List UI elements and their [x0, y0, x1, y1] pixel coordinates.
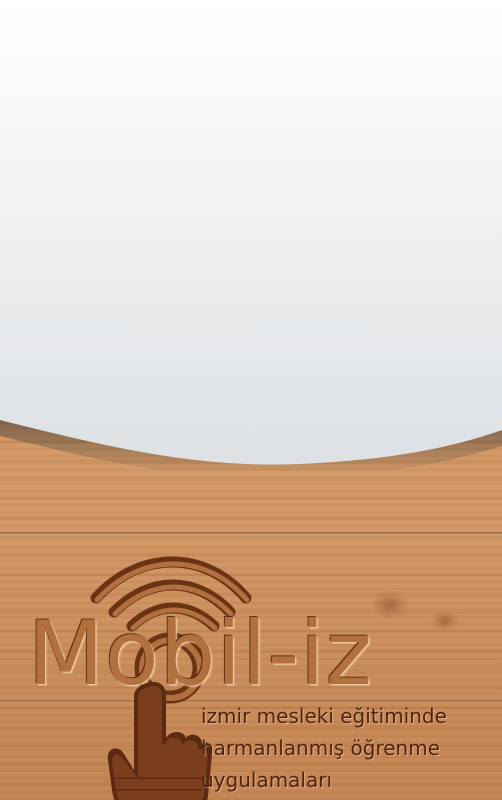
- tagline-line-2: harmanlanmış öğrenme: [201, 736, 441, 760]
- splash-screen: Mobil-iz izmir mesleki eğitiminde harman…: [0, 0, 502, 800]
- top-white-panel: [0, 0, 502, 470]
- mobiliz-logo: Mobil-iz izmir mesleki eğitiminde harman…: [0, 540, 502, 800]
- tagline-line-1: izmir mesleki eğitiminde: [201, 704, 447, 728]
- plank-divider: [0, 532, 502, 535]
- pointing-hand-icon: [107, 682, 213, 800]
- tagline-line-3: uygulamaları: [201, 768, 333, 792]
